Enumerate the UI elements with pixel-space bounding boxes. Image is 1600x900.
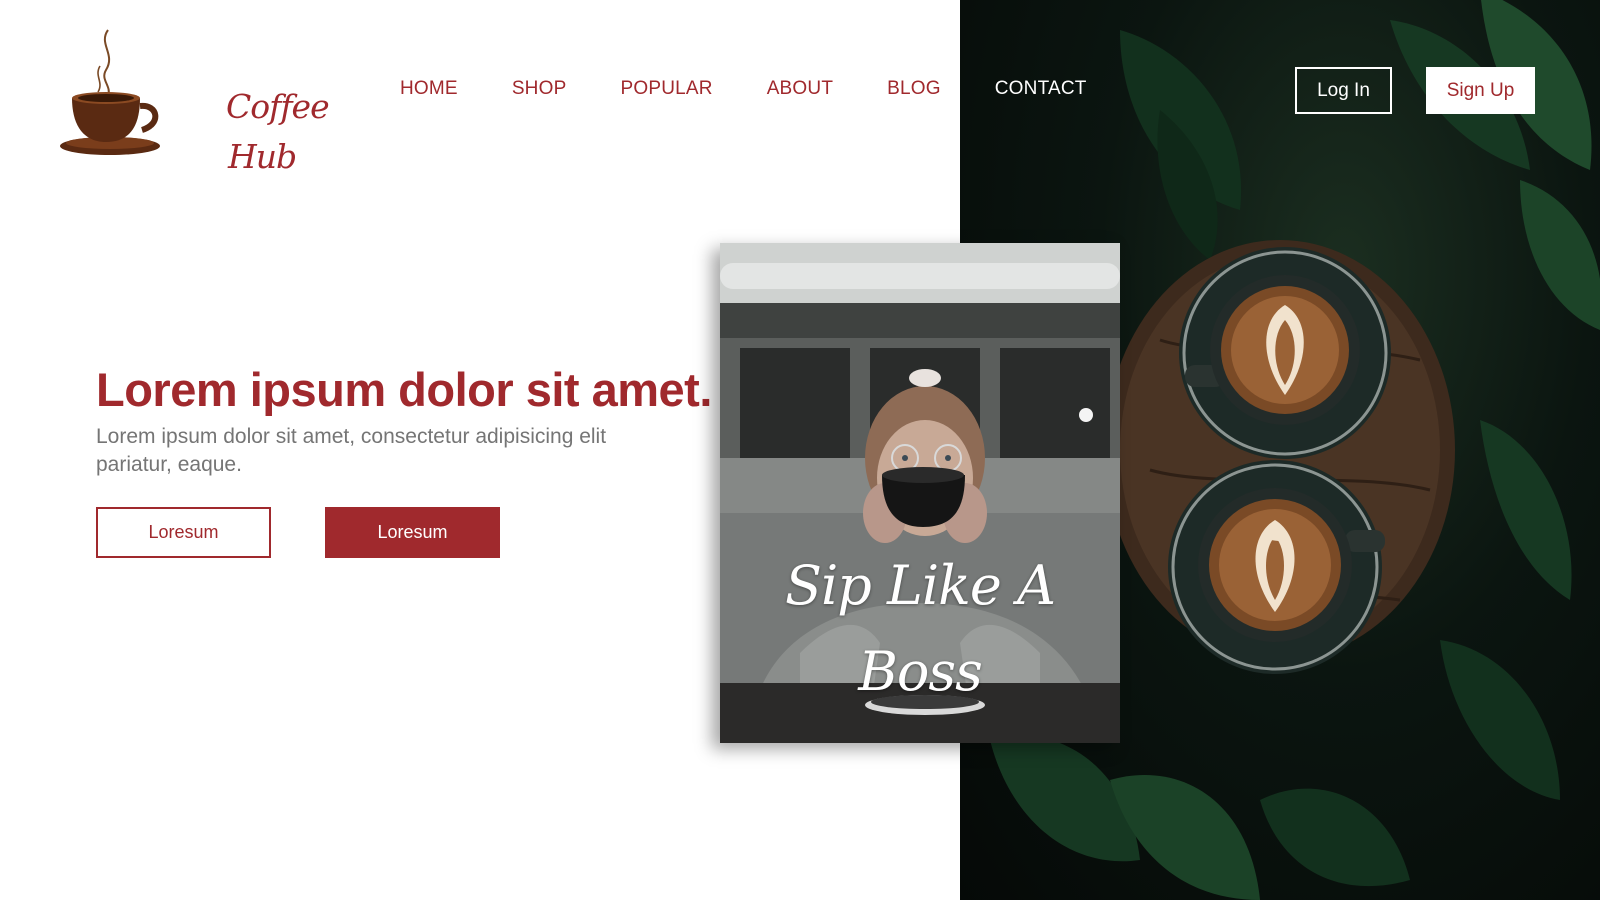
nav-popular[interactable]: POPULAR xyxy=(620,78,712,100)
sign-up-button[interactable]: Sign Up xyxy=(1426,67,1535,114)
brand-name-line1: Coffee xyxy=(226,87,330,126)
coffee-cup-icon xyxy=(60,29,160,155)
card-caption-line1: Sip Like A xyxy=(785,554,1056,617)
nav-contact[interactable]: CONTACT xyxy=(995,78,1087,100)
brand-name-line2: Hub xyxy=(228,137,297,176)
nav-home[interactable]: HOME xyxy=(400,78,458,100)
nav-blog[interactable]: BLOG xyxy=(887,78,941,100)
nav-shop[interactable]: SHOP xyxy=(512,78,567,100)
log-in-button[interactable]: Log In xyxy=(1295,67,1392,114)
brand-name: Coffee Hub xyxy=(226,82,330,182)
card-caption: Sip Like A Boss xyxy=(720,543,1120,715)
main-nav: HOME SHOP POPULAR ABOUT BLOG CONTACT xyxy=(400,78,1141,100)
hero-title: Lorem ipsum dolor sit amet. xyxy=(96,363,712,416)
nav-about[interactable]: ABOUT xyxy=(767,78,833,100)
feature-photo-card: Sip Like A Boss xyxy=(720,243,1120,743)
hero-primary-button[interactable]: Loresum xyxy=(325,507,500,558)
card-caption-line2: Boss xyxy=(858,640,983,703)
hero-secondary-button[interactable]: Loresum xyxy=(96,507,271,558)
hero-subtitle: Lorem ipsum dolor sit amet, consectetur … xyxy=(96,425,607,476)
coffee-hub-logo[interactable]: Coffee Hub xyxy=(58,26,330,176)
